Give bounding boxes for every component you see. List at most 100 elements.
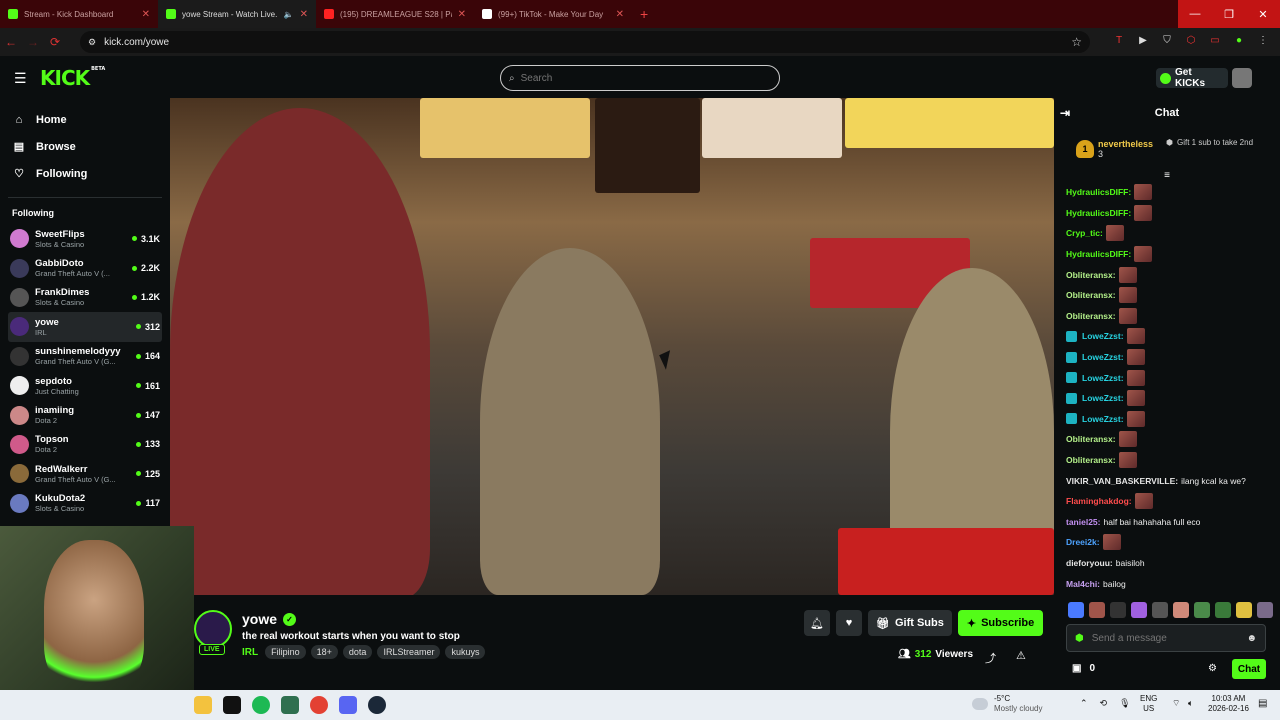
sidebar-channel-topson[interactable]: Topson Dota 2 133 [0,430,170,459]
extension-icon[interactable]: T [1112,33,1126,47]
app-icon[interactable] [281,696,299,714]
chat-message-input[interactable] [1091,632,1232,644]
chat-username[interactable]: Cryp_tic: [1066,228,1103,238]
chat-username[interactable]: LoweZzst: [1082,373,1124,383]
gear-icon[interactable]: ⚙ [1208,663,1217,674]
chat-username[interactable]: taniel25: [1066,517,1101,527]
close-window-button[interactable]: ✕ [1246,0,1280,28]
speaker-icon[interactable]: 🔈 [284,10,294,19]
chat-username[interactable]: HydraulicsDIFF: [1066,187,1131,197]
follow-heart-button[interactable]: ♥ [836,610,862,636]
sidebar-channel-redwalkerr[interactable]: RedWalkerr Grand Theft Auto V (G... 125 [0,459,170,488]
emote-icon[interactable] [1131,602,1147,618]
hamburger-menu-icon[interactable]: ☰ [14,70,27,87]
channel-name[interactable]: yowe ✓ [242,611,297,627]
search-input[interactable] [520,72,751,84]
collapse-chat-icon[interactable]: ⇥ [1060,106,1070,120]
chat-username[interactable]: Flaminghakdog: [1066,496,1132,506]
emote-icon[interactable] [1068,602,1084,618]
sidebar-item-home[interactable]: ⌂ Home [0,106,170,133]
sidebar-channel-gabbidoto[interactable]: GabbiDoto Grand Theft Auto V (... 2.2K [0,253,170,282]
emote-icon[interactable] [1110,602,1126,618]
sidebar-channel-kukudota2[interactable]: KukuDota2 Slots & Casino 117 [0,489,170,518]
site-info-icon[interactable]: ⚙ [88,37,96,48]
emote-icon[interactable] [1194,602,1210,618]
emoji-icon[interactable]: ☻ [1246,633,1257,644]
send-chat-button[interactable]: Chat [1232,659,1266,679]
file-explorer-icon[interactable] [194,696,212,714]
emote-icon[interactable] [1152,602,1168,618]
chat-input-box[interactable]: ⬢ ☻ [1066,624,1266,652]
new-tab-button[interactable]: + [640,6,648,22]
chat-username[interactable]: LoweZzst: [1082,352,1124,362]
tiktok-icon[interactable] [223,696,241,714]
sidebar-channel-yowe[interactable]: yowe IRL 312 [8,312,162,342]
chevron-up-icon[interactable]: ⌃ [1080,698,1088,709]
clock[interactable]: 10:03 AM 2026-02-16 [1208,694,1249,714]
forward-icon[interactable]: → [22,35,44,49]
emote-icon[interactable] [1215,602,1231,618]
chat-username[interactable]: LoweZzst: [1082,331,1124,341]
chat-filter-icon[interactable]: ≡ [1054,170,1280,182]
close-tab-icon[interactable]: ✕ [142,9,150,20]
bookmark-star-icon[interactable]: ☆ [1071,35,1082,49]
video-player[interactable] [170,98,1054,595]
chat-username[interactable]: VIKIR_VAN_BASKERVILLE: [1066,476,1178,486]
tag-chip[interactable]: 18+ [310,645,338,659]
minimize-button[interactable]: — [1178,0,1212,28]
gift-sub-prompt[interactable]: ⬢ Gift 1 sub to take 2nd [1166,138,1256,147]
browser-tab-kick-dashboard[interactable]: Stream - Kick Dashboard ✕ [0,0,158,28]
user-avatar[interactable] [1232,68,1252,88]
notification-icon[interactable]: ▤ [1258,698,1267,709]
steam-icon[interactable] [368,696,386,714]
close-tab-icon[interactable]: ✕ [616,9,624,20]
reload-icon[interactable]: ⟳ [44,35,66,49]
network-icon[interactable]: ⟲ [1100,698,1108,709]
profile-icon[interactable]: ● [1232,33,1246,47]
get-kicks-button[interactable]: Get KICKs [1156,67,1228,89]
close-tab-icon[interactable]: ✕ [300,9,308,20]
emote-icon[interactable] [1236,602,1252,618]
chat-username[interactable]: HydraulicsDIFF: [1066,249,1131,259]
subscribe-button[interactable]: ✦ Subscribe [957,610,1044,636]
close-tab-icon[interactable]: ✕ [458,9,466,20]
sidebar-channel-sepdoto[interactable]: sepdoto Just Chatting 161 [0,371,170,400]
emote-icon[interactable] [1089,602,1105,618]
emote-icon[interactable] [1173,602,1189,618]
tag-chip[interactable]: IRLStreamer [377,645,441,659]
chat-username[interactable]: Obliteransx: [1066,434,1116,444]
sidebar-item-browse[interactable]: ▤ Browse [0,133,170,160]
tag-chip[interactable]: kukuys [445,645,486,659]
stream-category-link[interactable]: IRL [242,647,258,658]
sidebar-channel-sunshinemelodyyy[interactable]: sunshinemelodyyy Grand Theft Auto V (G...… [0,342,170,371]
gift-icon[interactable]: ⬢ [1075,633,1084,644]
chrome-icon[interactable] [310,696,328,714]
shield-icon[interactable]: ⛉ [1160,33,1174,47]
browser-tab-tiktok[interactable]: (99+) TikTok - Make Your Day ✕ [474,0,632,28]
tag-chip[interactable]: Filipino [265,645,306,659]
back-icon[interactable]: ← [0,35,22,49]
chat-username[interactable]: Dreei2k: [1066,537,1100,547]
chat-username[interactable]: Mal4chi: [1066,579,1100,589]
chat-username[interactable]: dieforyouu: [1066,558,1113,568]
volume-icon[interactable]: 🔈︎ [1188,698,1193,709]
sidebar-channel-inamiing[interactable]: inamiing Dota 2 147 [0,400,170,429]
media-icon[interactable]: ▭ [1208,33,1222,47]
microphone-icon[interactable]: 🎙︎ [1119,698,1130,709]
discord-icon[interactable] [339,696,357,714]
browser-tab-yowe-stream[interactable]: yowe Stream - Watch Live... 🔈 ✕ [158,0,316,28]
chat-username[interactable]: LoweZzst: [1082,414,1124,424]
address-bar[interactable]: ⚙ kick.com/yowe ☆ [80,31,1090,53]
extension-puzzle-icon[interactable]: ⬡ [1184,33,1198,47]
maximize-button[interactable]: ❐ [1212,0,1246,28]
weather-widget[interactable]: -5°C Mostly cloudy [972,694,1042,713]
chat-username[interactable]: Obliteransx: [1066,270,1116,280]
wifi-icon[interactable]: ⌔ [1172,698,1180,709]
chat-username[interactable]: Obliteransx: [1066,290,1116,300]
channel-points[interactable]: ▣ 0 [1072,663,1095,674]
leader-name[interactable]: nevertheless [1098,139,1153,149]
gift-subs-button[interactable]: 🎁︎ Gift Subs [868,610,952,636]
channel-avatar[interactable] [194,610,232,648]
notification-bell-button[interactable]: 🔔︎ [804,610,830,636]
tag-chip[interactable]: dota [342,645,373,659]
